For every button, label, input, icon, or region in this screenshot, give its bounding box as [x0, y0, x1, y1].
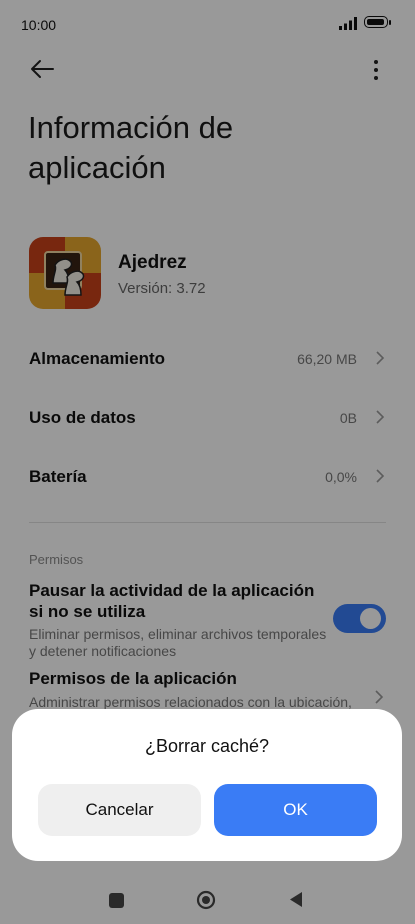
nav-recents-icon[interactable]	[109, 893, 124, 908]
cancel-button[interactable]: Cancelar	[38, 784, 201, 836]
clear-cache-dialog: ¿Borrar caché? Cancelar OK	[12, 709, 402, 861]
navigation-bar	[0, 870, 415, 924]
dialog-title: ¿Borrar caché?	[144, 736, 270, 756]
ok-button[interactable]: OK	[214, 784, 377, 836]
app-info-screen: 10:00 Información de aplicación Ajedrez	[0, 0, 415, 924]
nav-home-icon[interactable]	[196, 890, 216, 910]
nav-back-icon[interactable]	[288, 891, 304, 908]
